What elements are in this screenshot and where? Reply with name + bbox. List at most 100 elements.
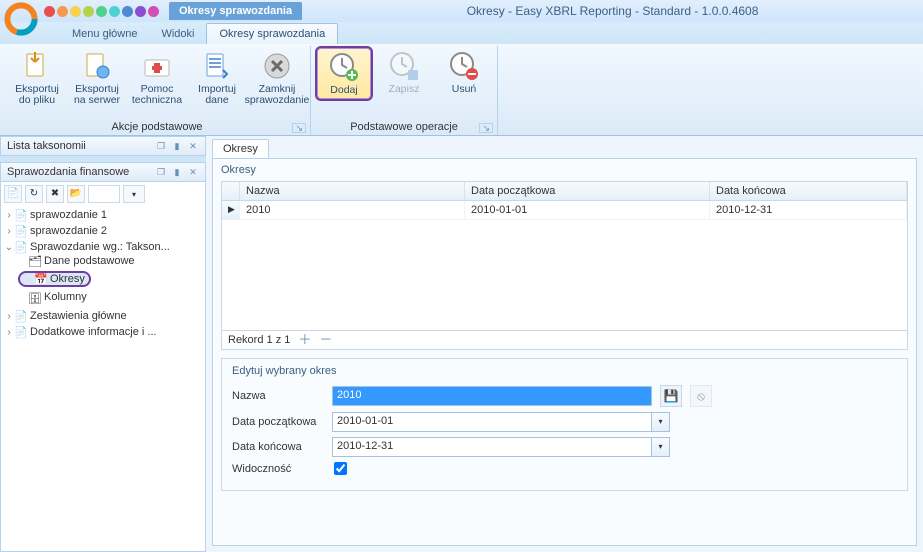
panel-window-icon[interactable]: ❐ [155, 140, 167, 152]
export-file-icon [21, 50, 53, 82]
ribbon-group-core: Eksportuj do pliku Eksportuj na serwer P… [4, 46, 311, 135]
import-data-button[interactable]: Importuj dane [188, 46, 246, 110]
input-end-date[interactable]: 2010-12-31 [332, 437, 652, 457]
col-end[interactable]: Data końcowa [710, 182, 907, 200]
tree-item[interactable]: Dodatkowe informacje i ... [30, 326, 157, 338]
tree-item[interactable]: sprawozdanie 2 [30, 225, 107, 237]
revert-icon[interactable]: ⦸ [690, 385, 712, 407]
tree-new-icon[interactable]: 📄 [4, 185, 22, 203]
grid-section-title: Okresy [213, 159, 916, 181]
tree-item[interactable]: Zestawienia główne [30, 310, 127, 322]
edit-panel-title: Edytuj wybrany okres [232, 365, 897, 377]
reports-tree[interactable]: ›📄sprawozdanie 1 ›📄sprawozdanie 2 ⌄📄Spra… [4, 207, 202, 340]
export-file-button[interactable]: Eksportuj do pliku [8, 46, 66, 110]
input-name[interactable]: 2010 [332, 386, 652, 406]
panel-pin-icon[interactable]: ▮ [171, 140, 183, 152]
clock-add-icon [328, 51, 360, 83]
doc-icon: 📄 [14, 209, 28, 221]
medkit-icon [141, 50, 173, 82]
tree-item[interactable]: Kolumny [44, 292, 87, 304]
close-report-icon [261, 50, 293, 82]
edit-panel: Edytuj wybrany okres Nazwa 2010 💾 ⦸ Data… [221, 358, 908, 491]
calendar-icon: 📅 [34, 273, 48, 285]
doc-icon: 📄 [14, 310, 28, 322]
panel-close-icon[interactable]: ✕ [187, 140, 199, 152]
expander-icon[interactable]: ⌄ [4, 242, 14, 253]
main-area: Lista taksonomii ❐ ▮ ✕ Sprawozdania fina… [0, 136, 923, 552]
grid-add-row-button[interactable]: ＋ [298, 335, 311, 345]
ribbon-group-ops: Dodaj Zapisz Usuń Podstawowe operacje↘ [311, 46, 498, 135]
label-name: Nazwa [232, 390, 332, 402]
grid-header: Nazwa Data początkowa Data końcowa [222, 182, 907, 201]
grid-status-bar: Rekord 1 z 1 ＋ － [222, 330, 907, 349]
cell-start[interactable]: 2010-01-01 [465, 201, 710, 219]
row-indicator-icon: ▶ [222, 201, 240, 219]
tech-support-label: Pomoc techniczna [132, 84, 182, 106]
doc-icon: 📄 [14, 225, 28, 237]
ribbon: Eksportuj do pliku Eksportuj na serwer P… [0, 44, 923, 136]
tree-toolbar: 📄 ↻ ✖ 📂 ▾ [4, 185, 202, 203]
add-label: Dodaj [330, 85, 357, 96]
form-icon: 🗂 [28, 255, 42, 267]
doc-icon: 📄 [14, 326, 28, 338]
tree-item[interactable]: Sprawozdanie wg.: Takson... [30, 241, 170, 253]
cell-end[interactable]: 2010-12-31 [710, 201, 907, 219]
tech-support-button[interactable]: Pomoc techniczna [128, 46, 186, 110]
group-core-launcher[interactable]: ↘ [292, 123, 306, 133]
group-ops-launcher[interactable]: ↘ [479, 123, 493, 133]
add-button[interactable]: Dodaj [315, 46, 373, 101]
quick-access-toolbar[interactable] [44, 6, 159, 17]
expander-icon[interactable]: › [4, 327, 14, 338]
document-tab-strip: Okresy [206, 136, 923, 158]
row-header-blank [222, 182, 240, 200]
tree-item-periods[interactable]: Okresy [50, 273, 85, 285]
expander-icon[interactable]: › [4, 210, 14, 221]
tree-view-combo[interactable]: ▾ [123, 185, 145, 203]
ribbon-tab-strip: Menu główne Widoki Okresy sprawozdania [0, 22, 923, 44]
export-server-icon [81, 50, 113, 82]
col-name[interactable]: Nazwa [240, 182, 465, 200]
tree-refresh-icon[interactable]: ↻ [25, 185, 43, 203]
export-server-button[interactable]: Eksportuj na serwer [68, 46, 126, 110]
cell-name[interactable]: 2010 [240, 201, 465, 219]
title-bar: Okresy sprawozdania Okresy - Easy XBRL R… [0, 0, 923, 22]
tree-filter-input[interactable] [88, 185, 120, 203]
expander-icon[interactable]: › [4, 311, 14, 322]
document-tab-periods[interactable]: Okresy [212, 139, 269, 158]
delete-button[interactable]: Usuń [435, 46, 493, 99]
close-report-label: Zamknij sprawozdanie [245, 84, 310, 106]
reports-panel-body: 📄 ↻ ✖ 📂 ▾ ›📄sprawozdanie 1 ›📄sprawozdani… [0, 182, 206, 552]
save-icon[interactable]: 💾 [660, 385, 682, 407]
delete-label: Usuń [452, 84, 477, 95]
periods-grid[interactable]: Nazwa Data początkowa Data końcowa ▶ 201… [221, 181, 908, 350]
tab-period-report[interactable]: Okresy sprawozdania [206, 23, 338, 44]
import-icon [201, 50, 233, 82]
grid-row[interactable]: ▶ 2010 2010-01-01 2010-12-31 [222, 201, 907, 220]
tree-open-icon[interactable]: 📂 [67, 185, 85, 203]
tree-item[interactable]: sprawozdanie 1 [30, 209, 107, 221]
tree-item[interactable]: Dane podstawowe [44, 255, 135, 267]
grid-remove-row-button[interactable]: － [319, 335, 332, 345]
window-title: Okresy - Easy XBRL Reporting - Standard … [302, 4, 923, 18]
tab-main-menu[interactable]: Menu główne [60, 24, 149, 44]
close-report-button[interactable]: Zamknij sprawozdanie [248, 46, 306, 110]
import-data-label: Importuj dane [198, 84, 236, 106]
taxonomy-panel-title: Lista taksonomii [7, 140, 86, 152]
checkbox-visibility[interactable] [334, 462, 347, 475]
date-dropdown-icon[interactable]: ▾ [652, 437, 670, 457]
input-start-date[interactable]: 2010-01-01 [332, 412, 652, 432]
panel-window-icon[interactable]: ❐ [155, 166, 167, 178]
expander-icon[interactable]: › [4, 226, 14, 237]
col-start[interactable]: Data początkowa [465, 182, 710, 200]
label-start: Data początkowa [232, 416, 332, 428]
reports-panel-header: Sprawozdania finansowe ❐ ▮ ✕ [0, 162, 206, 182]
tab-views[interactable]: Widoki [149, 24, 206, 44]
date-dropdown-icon[interactable]: ▾ [652, 412, 670, 432]
document-body: Okresy Nazwa Data początkowa Data końcow… [212, 158, 917, 546]
panel-close-icon[interactable]: ✕ [187, 166, 199, 178]
tree-delete-icon[interactable]: ✖ [46, 185, 64, 203]
panel-pin-icon[interactable]: ▮ [171, 166, 183, 178]
contextual-tab-header: Okresy sprawozdania [169, 2, 302, 20]
export-server-label: Eksportuj na serwer [74, 84, 120, 106]
app-logo[interactable] [4, 2, 38, 36]
